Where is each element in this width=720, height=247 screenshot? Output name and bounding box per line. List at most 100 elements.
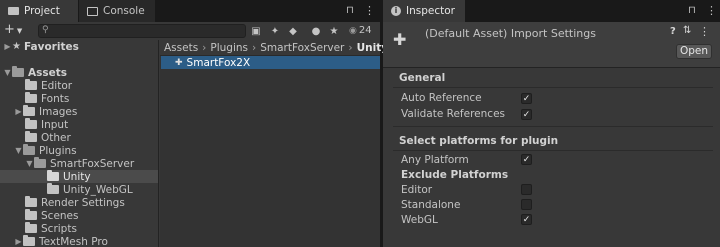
breadcrumb-item[interactable]: Plugins [210,42,248,54]
folder-open-icon [23,144,35,155]
section-general-title: General [399,72,446,84]
more-menu-icon[interactable]: ⋮ [699,25,710,38]
list-item-smartfox2x[interactable]: ✚ SmartFox2X [161,56,380,69]
folder-tree: ▶ ★ Favorites ▼ Assets Editor Fonts ▶ Im… [0,40,159,247]
validate-references-label: Validate References [401,108,505,120]
project-toolbar: + ▼ ⚲ ▣ ✦ ◆ ● ★ ◉ 24 [0,22,380,40]
exclude-webgl-label: WebGL [401,214,438,226]
lock-icon[interactable]: ⊓ [688,5,696,16]
tree-item-other[interactable]: Other [25,131,71,144]
tree-item-label: Favorites [23,40,79,53]
tab-inspector-label: Inspector [406,5,455,17]
tab-inspector[interactable]: i Inspector [383,0,465,22]
tree-item-fonts[interactable]: Fonts [25,92,69,105]
expanded-arrow-icon: ▼ [26,159,33,168]
folder-icon [8,7,19,15]
tree-item-images[interactable]: ▶ Images [14,105,77,118]
exclude-editor-label: Editor [401,184,433,196]
warning-icon[interactable]: ● [310,25,322,37]
plugin-asset-icon: ✚ [393,30,407,49]
tab-project[interactable]: Project [0,0,78,22]
folder-icon [25,209,37,220]
project-tabbar: Project Console ⊓ ⋮ [0,0,380,22]
tree-item-input[interactable]: Input [25,118,68,131]
tree-item-plugins[interactable]: ▼ Plugins [14,144,77,157]
expanded-arrow-icon: ▼ [4,68,11,77]
checkmark-icon: ✓ [522,110,531,120]
open-button[interactable]: Open [676,44,712,59]
folder-icon [25,222,37,233]
more-menu-icon[interactable]: ⋮ [706,4,717,17]
chevron-right-icon: › [202,41,207,54]
help-icon[interactable]: ? [670,26,676,37]
search-icon: ⚲ [42,25,49,35]
tree-item-favorites[interactable]: ▶ ★ Favorites [3,40,79,53]
tree-item-label: Assets [28,66,68,79]
star-icon[interactable]: ★ [328,25,340,37]
folder-open-icon [34,157,46,168]
lock-icon[interactable]: ⊓ [346,5,354,16]
tree-item-label: Fonts [41,92,70,105]
tree-item-label: Images [39,105,78,118]
info-icon: i [391,6,401,16]
settings-icon[interactable]: ⇅ [683,25,691,36]
validate-references-checkbox[interactable]: ✓ [521,109,532,120]
exclude-standalone-checkbox[interactable] [521,199,532,210]
section-platforms-title: Select platforms for plugin [399,135,559,147]
tree-item-label: Scripts [41,222,77,235]
chevron-right-icon: › [348,41,353,54]
folder-icon [23,235,35,246]
tree-item-label: TextMesh Pro [39,235,108,247]
add-button[interactable]: + ▼ [4,23,22,38]
tree-item-render-settings[interactable]: Render Settings [25,196,125,209]
folder-icon [25,79,37,90]
console-icon [87,6,98,16]
tree-item-scenes[interactable]: Scenes [25,209,78,222]
tab-console-label: Console [103,5,145,17]
hidden-packages-toggle[interactable]: ◉ 24 [349,25,372,36]
add-button-label: + [4,22,15,37]
tag-icon[interactable]: ◆ [287,25,299,37]
folder-icon [25,196,37,207]
tree-item-scripts[interactable]: Scripts [25,222,77,235]
tree-item-unity[interactable]: Unity [0,170,158,183]
folder-icon [25,131,37,142]
exclude-webgl-checkbox[interactable]: ✓ [521,214,532,225]
tree-item-unity-webgl[interactable]: Unity_WebGL [47,183,133,196]
folder-icon [25,92,37,103]
tree-item-smartfoxserver[interactable]: ▼ SmartFoxServer [25,157,134,170]
auto-reference-checkbox[interactable]: ✓ [521,93,532,104]
search-input[interactable]: ⚲ [38,24,246,38]
project-body: ▶ ★ Favorites ▼ Assets Editor Fonts ▶ Im… [0,40,388,247]
tree-item-editor[interactable]: Editor [25,79,72,92]
tab-console[interactable]: Console [79,0,155,22]
search-by-label-icon[interactable]: ✦ [269,25,281,37]
folder-icon [47,183,59,194]
any-platform-label: Any Platform [401,154,469,166]
tree-item-label: Input [41,118,69,131]
exclude-standalone-label: Standalone [401,199,461,211]
any-platform-checkbox[interactable]: ✓ [521,154,532,165]
search-by-type-icon[interactable]: ▣ [250,25,262,37]
collapsed-arrow-icon: ▶ [15,237,22,246]
divider [393,126,713,127]
exclude-editor-checkbox[interactable] [521,184,532,195]
breadcrumb-item[interactable]: SmartFoxServer [260,42,344,54]
expanded-arrow-icon: ▼ [15,146,22,155]
hidden-count: 24 [358,25,372,36]
tree-item-label: Scenes [41,209,79,222]
breadcrumb-item[interactable]: Assets [164,42,198,54]
star-icon: ★ [12,41,21,52]
inspector-tabbar: i Inspector ⊓ ⋮ [383,0,720,22]
checkmark-icon: ✓ [522,215,531,225]
divider [393,150,713,151]
tree-item-label: SmartFoxServer [50,157,135,170]
tree-item-label: Unity [63,170,91,183]
auto-reference-label: Auto Reference [401,92,482,104]
tree-item-textmesh-pro[interactable]: ▶ TextMesh Pro [14,235,108,247]
tree-item-assets[interactable]: ▼ Assets [3,66,67,79]
more-menu-icon[interactable]: ⋮ [364,4,375,17]
list-item-label: SmartFox2X [186,56,251,69]
collapsed-arrow-icon: ▶ [15,107,22,116]
collapsed-arrow-icon: ▶ [4,42,11,51]
